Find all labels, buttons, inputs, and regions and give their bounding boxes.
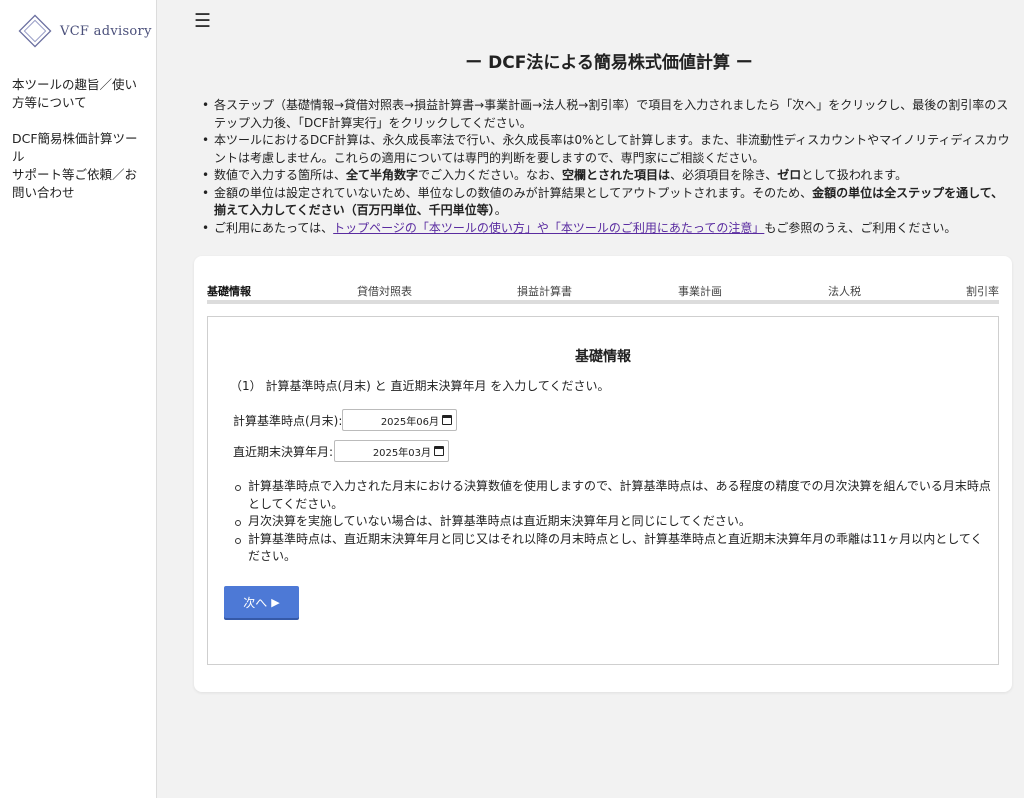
tab-basic-info[interactable]: 基礎情報 <box>207 283 251 299</box>
form-instruction: （1） 計算基準時点(月末) と 直近期末決算年月 を入力してください。 <box>230 379 610 393</box>
hint-item: 計算基準時点で入力された月末における決算数値を使用しますので、計算基準時点は、あ… <box>232 478 992 513</box>
calendar-icon[interactable] <box>434 446 444 456</box>
note-item: 金額の単位は設定されていないため、単位なしの数値のみが計算結果としてアウトプット… <box>200 185 1015 220</box>
tab-discount-rate[interactable]: 割引率 <box>966 283 999 299</box>
hint-item: 計算基準時点は、直近期末決算年月と同じ又はそれ以降の月末時点とし、計算基準時点と… <box>232 531 992 566</box>
diamond-logo-icon <box>18 14 52 48</box>
tab-business-plan[interactable]: 事業計画 <box>678 283 722 299</box>
note-item: ご利用にあたっては、トップページの「本ツールの使い方」や「本ツールのご利用にあた… <box>200 220 1015 238</box>
instructions-list: 各ステップ（基礎情報→貸借対照表→損益計算書→事業計画→法人税→割引率）で項目を… <box>200 97 1015 237</box>
fiscal-year-end-label: 直近期末決算年月: <box>233 445 334 459</box>
logo[interactable]: VCF advisory <box>18 14 152 48</box>
sidebar-item-support[interactable]: サポート等ご依頼／お問い合わせ <box>12 166 147 202</box>
next-button[interactable]: 次へ ▶ <box>224 586 299 618</box>
step-progress-bar <box>207 300 999 304</box>
fiscal-year-end-input[interactable]: 2025年03月 <box>334 440 449 462</box>
tab-corporate-tax[interactable]: 法人税 <box>828 283 861 299</box>
section-title: 基礎情報 <box>575 349 631 365</box>
valuation-date-label: 計算基準時点(月末): <box>233 414 343 428</box>
sidebar-item-dcf-tool[interactable]: DCF簡易株価計算ツール <box>12 130 147 166</box>
note-item: 本ツールにおけるDCF計算は、永久成長率法で行い、永久成長率は0%として計算しま… <box>200 132 1015 167</box>
tab-balance-sheet[interactable]: 貸借対照表 <box>357 283 412 299</box>
note-item: 各ステップ（基礎情報→貸借対照表→損益計算書→事業計画→法人税→割引率）で項目を… <box>200 97 1015 132</box>
top-page-guide-link[interactable]: トップページの「本ツールの使い方」や「本ツールのご利用にあたっての注意」 <box>333 221 764 235</box>
valuation-date-input[interactable]: 2025年06月 <box>342 409 457 431</box>
calendar-icon[interactable] <box>442 415 452 425</box>
page-title: ー DCF法による簡易株式価値計算 ー <box>465 53 753 73</box>
brand-name: VCF advisory <box>60 23 152 39</box>
hint-list: 計算基準時点で入力された月末における決算数値を使用しますので、計算基準時点は、あ… <box>232 478 992 566</box>
hint-item: 月次決算を実施していない場合は、計算基準時点は直近期末決算年月と同じにしてくださ… <box>232 513 992 531</box>
tab-income-statement[interactable]: 損益計算書 <box>517 283 572 299</box>
note-item: 数値で入力する箇所は、全て半角数字でご入力ください。なお、空欄とされた項目は、必… <box>200 167 1015 185</box>
form-panel: 基礎情報 （1） 計算基準時点(月末) と 直近期末決算年月 を入力してください… <box>207 316 999 665</box>
play-arrow-icon: ▶ <box>271 596 280 609</box>
sidebar-item-about[interactable]: 本ツールの趣旨／使い方等について <box>12 76 147 112</box>
calculator-card: 基礎情報 貸借対照表 損益計算書 事業計画 法人税 割引率 基礎情報 （1） 計… <box>194 256 1012 692</box>
sidebar: VCF advisory 本ツールの趣旨／使い方等について DCF簡易株価計算ツ… <box>0 0 157 798</box>
hamburger-menu-icon[interactable]: ☰ <box>194 11 211 31</box>
